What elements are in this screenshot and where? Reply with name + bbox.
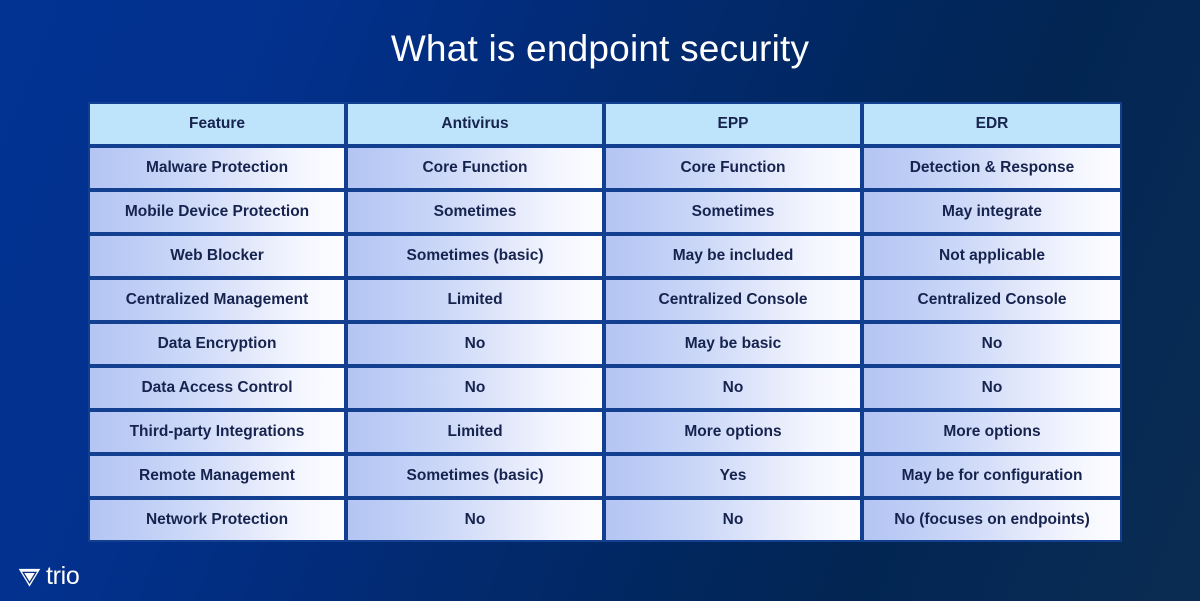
column-header-antivirus: Antivirus — [346, 102, 604, 146]
column-header-edr: EDR — [862, 102, 1122, 146]
cell-edr: Not applicable — [862, 234, 1122, 278]
slide-canvas: What is endpoint security Feature Antivi… — [0, 0, 1200, 601]
column-header-epp: EPP — [604, 102, 862, 146]
cell-feature: Web Blocker — [88, 234, 346, 278]
page-title: What is endpoint security — [390, 28, 810, 69]
cell-epp: May be included — [604, 234, 862, 278]
cell-antivirus: Limited — [346, 278, 604, 322]
table-row: Remote Management Sometimes (basic) Yes … — [88, 454, 1122, 498]
table-body: Malware Protection Core Function Core Fu… — [88, 146, 1122, 542]
table-row: Network Protection No No No (focuses on … — [88, 498, 1122, 542]
cell-antivirus: Core Function — [346, 146, 604, 190]
cell-feature: Data Encryption — [88, 322, 346, 366]
table-row: Malware Protection Core Function Core Fu… — [88, 146, 1122, 190]
cell-feature: Third-party Integrations — [88, 410, 346, 454]
cell-epp: More options — [604, 410, 862, 454]
table-row: Third-party Integrations Limited More op… — [88, 410, 1122, 454]
cell-feature: Centralized Management — [88, 278, 346, 322]
cell-epp: Yes — [604, 454, 862, 498]
cell-epp: Core Function — [604, 146, 862, 190]
cell-edr: No — [862, 366, 1122, 410]
cell-epp: No — [604, 498, 862, 542]
cell-feature: Remote Management — [88, 454, 346, 498]
cell-edr: May be for configuration — [862, 454, 1122, 498]
cell-antivirus: No — [346, 498, 604, 542]
cell-epp: May be basic — [604, 322, 862, 366]
cell-edr: No (focuses on endpoints) — [862, 498, 1122, 542]
cell-edr: Centralized Console — [862, 278, 1122, 322]
cell-edr: No — [862, 322, 1122, 366]
table-header: Feature Antivirus EPP EDR — [88, 102, 1122, 146]
table-header-row: Feature Antivirus EPP EDR — [88, 102, 1122, 146]
table-row: Data Access Control No No No — [88, 366, 1122, 410]
table-row: Data Encryption No May be basic No — [88, 322, 1122, 366]
cell-edr: May integrate — [862, 190, 1122, 234]
table-row: Web Blocker Sometimes (basic) May be inc… — [88, 234, 1122, 278]
cell-epp: No — [604, 366, 862, 410]
cell-antivirus: Sometimes (basic) — [346, 454, 604, 498]
cell-antivirus: No — [346, 366, 604, 410]
cell-edr: More options — [862, 410, 1122, 454]
brand-logo-text: trio — [46, 562, 80, 590]
cell-feature: Malware Protection — [88, 146, 346, 190]
column-header-feature: Feature — [88, 102, 346, 146]
cell-antivirus: Limited — [346, 410, 604, 454]
cell-epp: Centralized Console — [604, 278, 862, 322]
cell-antivirus: No — [346, 322, 604, 366]
cell-feature: Network Protection — [88, 498, 346, 542]
cell-antivirus: Sometimes (basic) — [346, 234, 604, 278]
cell-feature: Mobile Device Protection — [88, 190, 346, 234]
brand-logo: trio — [16, 562, 80, 589]
trio-triangle-icon — [18, 568, 41, 587]
cell-edr: Detection & Response — [862, 146, 1122, 190]
comparison-table-container: Feature Antivirus EPP EDR Malware Protec… — [88, 102, 1122, 542]
table-row: Mobile Device Protection Sometimes Somet… — [88, 190, 1122, 234]
cell-antivirus: Sometimes — [346, 190, 604, 234]
cell-epp: Sometimes — [604, 190, 862, 234]
comparison-table: Feature Antivirus EPP EDR Malware Protec… — [88, 102, 1122, 542]
cell-feature: Data Access Control — [88, 366, 346, 410]
table-row: Centralized Management Limited Centraliz… — [88, 278, 1122, 322]
